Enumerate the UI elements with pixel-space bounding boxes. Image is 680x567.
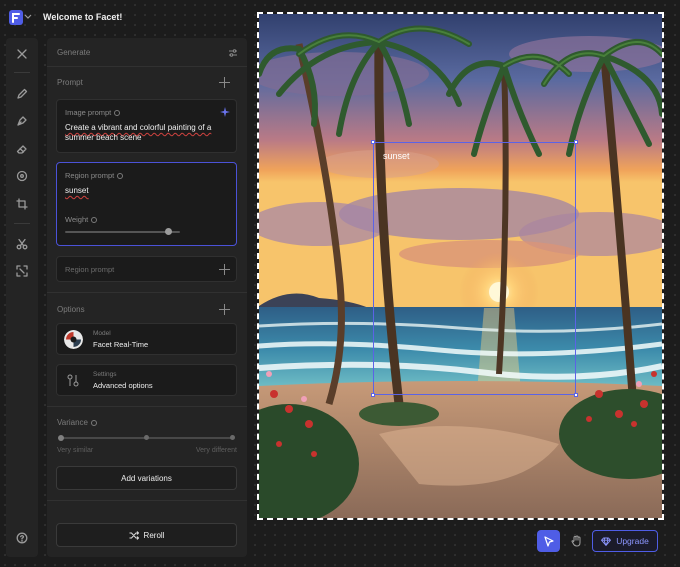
info-icon xyxy=(117,172,124,179)
pen-tool[interactable] xyxy=(15,114,29,128)
upgrade-label: Upgrade xyxy=(616,536,649,546)
divider xyxy=(47,406,247,407)
variance-label: Variance xyxy=(57,418,97,427)
add-region-prompt-button[interactable] xyxy=(219,264,230,275)
region-prompt-card[interactable]: Region prompt sunset Weight xyxy=(56,162,237,246)
hand-icon xyxy=(570,535,580,547)
expand-icon xyxy=(16,265,28,277)
variance-min-label: Very similar xyxy=(57,447,94,454)
variance-slider-knob[interactable] xyxy=(58,435,64,441)
eraser-tool[interactable] xyxy=(15,142,29,156)
resize-handle[interactable] xyxy=(574,393,578,397)
weight-slider-knob[interactable] xyxy=(165,228,172,235)
divider xyxy=(47,500,247,501)
model-value: Facet Real-Time xyxy=(93,340,149,349)
shuffle-icon xyxy=(129,530,139,540)
prompt-section-title: Prompt xyxy=(57,78,83,87)
expand-tool[interactable] xyxy=(15,264,29,278)
weight-slider-track[interactable] xyxy=(65,231,180,233)
add-prompt-button[interactable] xyxy=(219,77,230,88)
scissors-icon xyxy=(16,238,28,250)
pencil-icon xyxy=(17,88,28,99)
divider xyxy=(47,292,247,293)
sparkle-icon[interactable] xyxy=(220,107,230,117)
diamond-icon xyxy=(601,537,612,546)
weight-label: Weight xyxy=(65,215,98,224)
settings-label: Settings xyxy=(93,371,117,378)
region-prompt-text[interactable]: sunset xyxy=(65,186,89,196)
help-icon xyxy=(16,532,28,544)
add-option-button[interactable] xyxy=(219,304,230,315)
region-selection-box[interactable] xyxy=(371,140,578,397)
toolbar-divider xyxy=(14,72,30,73)
add-variations-button[interactable]: Add variations xyxy=(56,466,237,490)
reroll-button[interactable]: Reroll xyxy=(56,523,237,547)
facet-logo-icon[interactable] xyxy=(9,10,23,25)
cursor-icon xyxy=(543,535,554,547)
variance-slider-stop xyxy=(230,435,235,440)
crop-icon xyxy=(16,198,28,210)
info-icon xyxy=(90,419,97,426)
cut-tool[interactable] xyxy=(15,237,29,251)
add-region-prompt-label: Region prompt xyxy=(65,265,115,274)
resize-handle[interactable] xyxy=(371,140,375,144)
settings-icon xyxy=(67,374,79,387)
select-tool-button[interactable] xyxy=(537,530,560,552)
pen-icon xyxy=(17,116,27,126)
close-icon xyxy=(17,49,27,59)
divider xyxy=(47,66,247,67)
pencil-tool[interactable] xyxy=(15,87,29,101)
chevron-down-icon[interactable] xyxy=(24,12,32,20)
image-prompt-text[interactable]: Create a vibrant and colorful painting o… xyxy=(65,123,211,143)
generate-panel: Generate Prompt Image prompt Create a vi… xyxy=(47,38,247,557)
app-title: Welcome to Facet! xyxy=(43,12,123,22)
add-region-prompt-card[interactable]: Region prompt xyxy=(56,256,237,282)
region-label: sunset xyxy=(383,151,410,161)
options-section-title: Options xyxy=(57,305,85,314)
info-icon xyxy=(91,216,98,223)
info-icon xyxy=(114,109,121,116)
eraser-icon xyxy=(16,145,27,154)
close-button[interactable] xyxy=(15,47,29,61)
image-prompt-card[interactable]: Image prompt Create a vibrant and colorf… xyxy=(56,99,237,153)
variance-slider-stop xyxy=(144,435,149,440)
advanced-options-selector[interactable]: Settings Advanced options xyxy=(56,364,237,396)
reroll-label: Reroll xyxy=(143,530,165,540)
toolbar-divider xyxy=(14,223,30,224)
region-prompt-label: Region prompt xyxy=(65,171,124,180)
target-tool[interactable] xyxy=(15,169,29,183)
variance-max-label: Very different xyxy=(195,447,237,454)
help-button[interactable] xyxy=(15,531,29,545)
resize-handle[interactable] xyxy=(371,393,375,397)
settings-value: Advanced options xyxy=(93,381,153,390)
target-icon xyxy=(16,170,28,182)
pan-tool-button[interactable] xyxy=(566,530,586,552)
model-selector[interactable]: Model Facet Real-Time xyxy=(56,323,237,355)
model-label: Model xyxy=(93,330,111,337)
crop-tool[interactable] xyxy=(15,197,29,211)
panel-title: Generate xyxy=(57,48,91,57)
image-prompt-label: Image prompt xyxy=(65,108,121,117)
resize-handle[interactable] xyxy=(574,140,578,144)
tool-sidebar xyxy=(6,38,38,557)
model-avatar-icon xyxy=(64,330,83,349)
upgrade-button[interactable]: Upgrade xyxy=(592,530,658,552)
settings-sliders-icon[interactable] xyxy=(228,48,238,58)
